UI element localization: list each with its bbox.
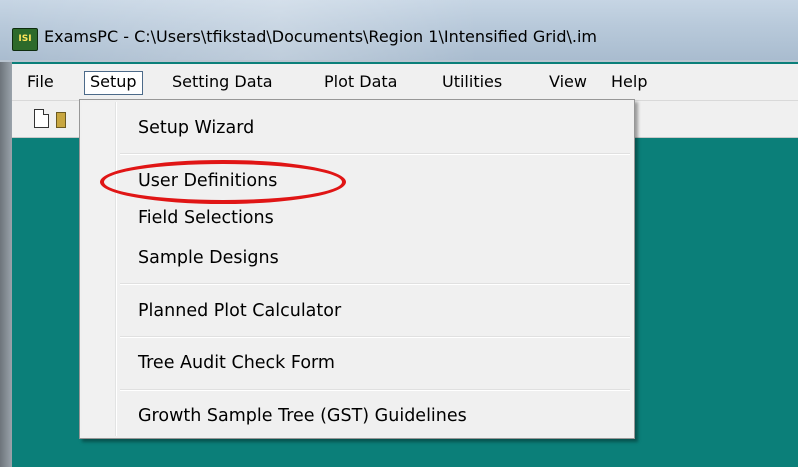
title-bar[interactable]: ISI ExamsPC - C:\Users\tfikstad\Document… xyxy=(0,0,798,60)
menu-setting-data[interactable]: Setting Data xyxy=(167,71,278,93)
app-icon[interactable]: ISI xyxy=(12,28,38,51)
menu-icon-gutter xyxy=(82,102,117,436)
setup-dropdown-menu: Setup Wizard User Definitions Field Sele… xyxy=(79,99,635,439)
new-file-icon[interactable] xyxy=(34,109,49,128)
menu-item-gst-guidelines[interactable]: Growth Sample Tree (GST) Guidelines xyxy=(138,405,467,427)
menu-separator xyxy=(120,389,630,391)
menu-separator xyxy=(120,336,630,338)
menu-help[interactable]: Help xyxy=(606,71,652,93)
menu-item-tree-audit-check-form[interactable]: Tree Audit Check Form xyxy=(138,352,335,374)
menu-separator xyxy=(120,153,630,155)
menu-item-field-selections[interactable]: Field Selections xyxy=(138,207,274,229)
menu-item-planned-plot-calculator[interactable]: Planned Plot Calculator xyxy=(138,300,341,322)
menu-utilities[interactable]: Utilities xyxy=(437,71,507,93)
menu-bar: File Setup Setting Data Plot Data Utilit… xyxy=(12,64,798,101)
menu-plot-data[interactable]: Plot Data xyxy=(319,71,402,93)
app-window: ISI ExamsPC - C:\Users\tfikstad\Document… xyxy=(0,0,798,467)
menu-item-user-definitions[interactable]: User Definitions xyxy=(138,170,277,192)
left-border xyxy=(0,62,12,467)
menu-view[interactable]: View xyxy=(544,71,592,93)
window-title: ExamsPC - C:\Users\tfikstad\Documents\Re… xyxy=(44,27,597,46)
menu-item-setup-wizard[interactable]: Setup Wizard xyxy=(138,117,254,139)
open-folder-icon[interactable] xyxy=(56,112,66,128)
menu-separator xyxy=(120,283,630,285)
menu-file[interactable]: File xyxy=(22,71,59,93)
menu-item-sample-designs[interactable]: Sample Designs xyxy=(138,247,279,269)
menu-setup[interactable]: Setup xyxy=(84,71,143,95)
